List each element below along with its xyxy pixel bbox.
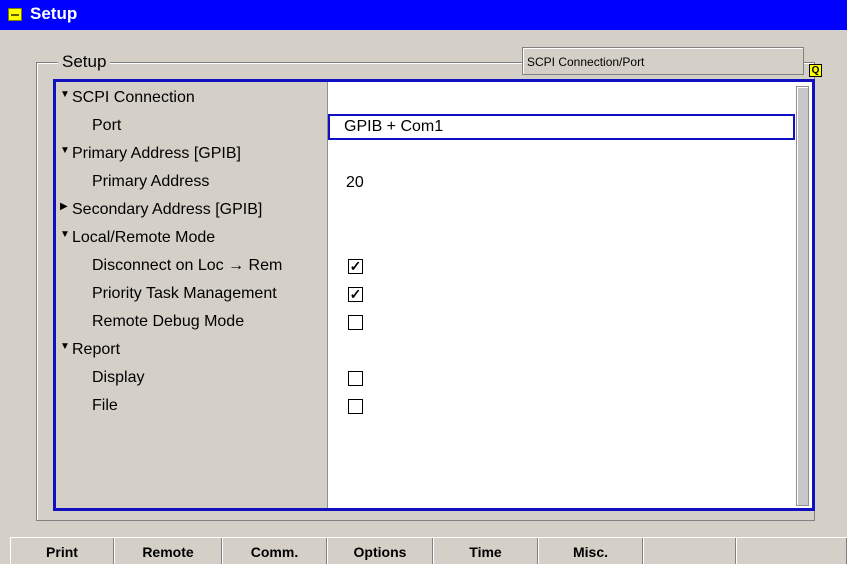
priority-task-checkbox[interactable]: ✓	[348, 287, 363, 302]
tree-row-file: File	[56, 394, 796, 420]
tab-empty-2[interactable]	[736, 538, 847, 564]
tab-comm[interactable]: Comm.	[222, 538, 327, 564]
expanded-arrow-icon[interactable]: ▼	[60, 229, 70, 240]
tree-label: SCPI Connection	[72, 89, 195, 106]
tree-label: Local/Remote Mode	[72, 229, 216, 246]
tree-label: Remote Debug Mode	[92, 313, 245, 330]
expanded-arrow-icon[interactable]: ▼	[60, 341, 70, 352]
tab-options[interactable]: Options	[327, 538, 433, 564]
tree-row-primary-address-gpib[interactable]: ▼ Primary Address [GPIB]	[56, 142, 796, 168]
primary-address-value[interactable]: 20	[346, 174, 364, 192]
display-checkbox[interactable]	[348, 371, 363, 386]
tab-bar: Print Remote Comm. Options Time Misc.	[10, 537, 847, 564]
tab-misc[interactable]: Misc.	[538, 538, 643, 564]
window-title: Setup	[30, 4, 78, 23]
tree-label: Port	[92, 117, 122, 134]
tree-label: Display	[92, 369, 145, 386]
tree-row-primary-address: Primary Address 20	[56, 170, 796, 196]
tree-row-remote-debug-mode: Remote Debug Mode	[56, 310, 796, 336]
setup-tree-panel: ▼ SCPI Connection Port GPIB + Com1 ▼ Pri…	[53, 79, 815, 511]
tree-label: Secondary Address [GPIB]	[72, 201, 263, 218]
expanded-arrow-icon[interactable]: ▼	[60, 89, 70, 100]
current-path-display: SCPI Connection/Port	[522, 47, 804, 75]
query-icon[interactable]: Q	[809, 64, 822, 77]
tree-label: Priority Task Management	[92, 285, 277, 302]
group-label: Setup	[58, 52, 111, 72]
expanded-arrow-icon[interactable]: ▼	[60, 145, 70, 156]
disconnect-checkbox[interactable]: ✓	[348, 259, 363, 274]
tab-empty-1[interactable]	[643, 538, 736, 564]
vertical-scrollbar[interactable]	[796, 86, 809, 506]
tree-row-disconnect-on-loc-rem: Disconnect on Loc → Rem ✓	[56, 254, 796, 280]
window-menu-icon[interactable]	[8, 8, 22, 21]
remote-debug-checkbox[interactable]	[348, 315, 363, 330]
tab-time[interactable]: Time	[433, 538, 538, 564]
tree-label: Primary Address	[92, 173, 210, 190]
tree-label: Disconnect on Loc → Rem	[92, 257, 283, 274]
port-field[interactable]: GPIB + Com1	[328, 114, 795, 140]
collapsed-arrow-icon[interactable]: ▶	[60, 201, 68, 212]
tree-row-local-remote-mode[interactable]: ▼ Local/Remote Mode	[56, 226, 796, 252]
tree-row-display: Display	[56, 366, 796, 392]
tree-row-scpi-connection[interactable]: ▼ SCPI Connection	[56, 86, 796, 112]
tree-row-secondary-address-gpib[interactable]: ▶ Secondary Address [GPIB]	[56, 198, 796, 224]
tree-label: File	[92, 397, 118, 414]
tree-label: Report	[72, 341, 121, 358]
file-checkbox[interactable]	[348, 399, 363, 414]
tree-row-report[interactable]: ▼ Report	[56, 338, 796, 364]
tree-label: Primary Address [GPIB]	[72, 145, 241, 162]
tab-print[interactable]: Print	[10, 538, 114, 564]
tree-row-priority-task-management: Priority Task Management ✓	[56, 282, 796, 308]
window-title-bar: Setup	[0, 0, 847, 30]
tab-remote[interactable]: Remote	[114, 538, 222, 564]
